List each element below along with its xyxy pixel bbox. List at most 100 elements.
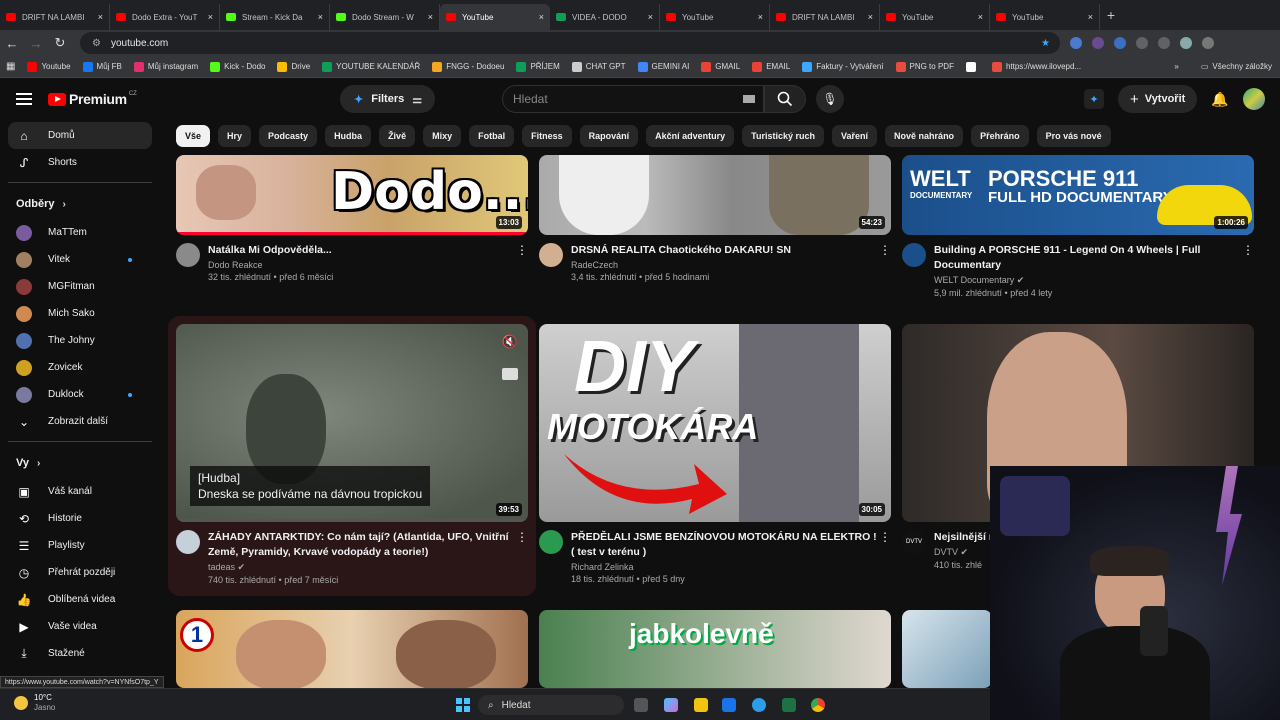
sidebar-item-you[interactable]: ▣ Váš kanál — [8, 478, 152, 505]
bookmark-item[interactable]: Kick - Dodo — [210, 61, 265, 72]
filter-chip[interactable]: Mixy — [423, 125, 462, 147]
video-title[interactable]: DRSNÁ REALITA Chaotického DAKARU! SN — [571, 243, 879, 258]
browser-tab[interactable]: YouTube × — [990, 4, 1100, 30]
video-title[interactable]: Natálka Mi Odpověděla... — [208, 243, 516, 258]
video-thumbnail[interactable]: jabkolevně — [539, 610, 891, 688]
subscriptions-header[interactable]: Odběry › — [0, 189, 160, 219]
notifications-bell-icon[interactable]: 🔔 — [1211, 91, 1228, 108]
hamburger-menu-icon[interactable] — [16, 93, 32, 105]
filter-chip[interactable]: Hry — [218, 125, 252, 147]
youtube-premium-logo[interactable]: Premium CZ — [48, 91, 137, 107]
video-card[interactable]: 54:23 DRSNÁ REALITA Chaotického DAKARU! … — [539, 155, 891, 282]
close-tab-icon[interactable]: × — [1088, 12, 1093, 22]
channel-name[interactable]: Dodo Reakce — [208, 260, 516, 270]
all-bookmarks-button[interactable]: ▭ Všechny záložky — [1201, 62, 1272, 71]
channel-name[interactable]: WELT Documentary — [934, 275, 1014, 285]
subscription-item[interactable]: The Johny — [8, 327, 152, 354]
browser-tab[interactable]: Dodo Extra - YouT × — [110, 4, 220, 30]
search-button[interactable] — [764, 85, 806, 113]
browser-tab[interactable]: VIDEA - DODO × — [550, 4, 660, 30]
channel-avatar[interactable] — [176, 530, 200, 554]
video-thumbnail[interactable]: DIY MOTOKÁRA 30:05 — [539, 324, 891, 522]
video-thumbnail[interactable]: WELT DOCUMENTARY PORSCHE 911 FULL HD DOC… — [902, 155, 1254, 235]
show-more-button[interactable]: ⌄ Zobrazit další — [8, 408, 152, 435]
video-card[interactable]: 1 — [176, 610, 528, 688]
close-tab-icon[interactable]: × — [318, 12, 323, 22]
video-card[interactable]: jabkolevně — [539, 610, 891, 688]
browser-tab[interactable]: DRIFT NA LAMBI × — [0, 4, 110, 30]
forward-icon[interactable]: → — [24, 36, 48, 51]
filter-chip[interactable]: Vaření — [832, 125, 878, 147]
task-view-icon[interactable] — [634, 698, 648, 712]
close-tab-icon[interactable]: × — [208, 12, 213, 22]
more-icon[interactable] — [1202, 37, 1214, 49]
bookmark-star-icon[interactable]: ★ — [1041, 38, 1050, 49]
more-actions-icon[interactable]: ⋮ — [879, 530, 891, 584]
video-card[interactable]: Dodo... 13:03 Natálka Mi Odpověděla... D… — [176, 155, 528, 282]
new-tab-button[interactable]: + — [1100, 7, 1122, 23]
filter-chip[interactable]: Vše — [176, 125, 211, 147]
bookmark-item[interactable]: Youtube — [27, 61, 71, 72]
edge-icon[interactable] — [752, 698, 766, 712]
video-title[interactable]: PŘEDĚLALI JSME BENZÍNOVOU MOTOKÁRU NA EL… — [571, 530, 879, 560]
filter-chip[interactable]: Akční adventury — [646, 125, 735, 147]
video-title[interactable]: Building A PORSCHE 911 - Legend On 4 Whe… — [934, 243, 1242, 273]
taskbar-search[interactable]: ⌕ Hledat — [478, 695, 624, 715]
browser-tab[interactable]: YouTube × — [440, 4, 550, 30]
bookmark-item[interactable]: PŘÍJEM — [516, 61, 560, 72]
menu-list-icon[interactable] — [1158, 37, 1170, 49]
subscription-item[interactable]: Zovicek — [8, 354, 152, 381]
video-thumbnail[interactable]: 1 — [176, 610, 528, 688]
filters-extension-icon[interactable]: ✦ — [1084, 89, 1104, 109]
extension-icon[interactable] — [1114, 37, 1126, 49]
browser-tab[interactable]: Stream - Kick Da × — [220, 4, 330, 30]
bookmark-item[interactable]: EMAIL — [752, 61, 790, 72]
bookmark-item[interactable]: Můj FB — [82, 61, 122, 72]
filter-chip[interactable]: Fotbal — [469, 125, 515, 147]
more-actions-icon[interactable]: ⋮ — [1242, 243, 1254, 298]
channel-avatar[interactable] — [176, 243, 200, 267]
bookmark-item[interactable]: CHAT GPT — [571, 61, 626, 72]
keyboard-icon[interactable] — [743, 95, 755, 103]
video-thumbnail[interactable] — [902, 610, 992, 688]
channel-name[interactable]: Richard Zelinka — [571, 562, 879, 572]
windows-start-icon[interactable] — [456, 698, 470, 712]
url-field[interactable]: ⚙ youtube.com ★ — [80, 32, 1060, 54]
video-card[interactable]: DIY MOTOKÁRA 30:05 PŘEDĚLALI JSME BENZÍN… — [539, 324, 891, 584]
browser-tab[interactable]: DRIFT NA LAMBI × — [770, 4, 880, 30]
filters-button[interactable]: ✦ Filters ⚌ — [340, 85, 435, 113]
close-tab-icon[interactable]: × — [868, 12, 873, 22]
channel-avatar[interactable]: DVTV — [902, 530, 926, 554]
sidebar-item-you[interactable]: ⤓ Stažené — [8, 640, 152, 667]
weather-widget[interactable]: 10°C Jasno — [14, 693, 55, 713]
filter-chip[interactable]: Přehráno — [971, 125, 1029, 147]
search-input[interactable]: Hledat — [502, 85, 764, 113]
close-tab-icon[interactable]: × — [428, 12, 433, 22]
sidebar-item-shorts[interactable]: ᔑ Shorts — [8, 149, 152, 176]
you-header[interactable]: Vy › — [0, 448, 160, 478]
channel-avatar[interactable] — [539, 243, 563, 267]
sidebar-item-you[interactable]: 👍 Oblíbená videa — [8, 586, 152, 613]
video-thumbnail[interactable]: 54:23 — [539, 155, 891, 235]
close-tab-icon[interactable]: × — [539, 12, 544, 22]
sidebar-item-you[interactable]: ☰ Playlisty — [8, 532, 152, 559]
site-info-icon[interactable]: ⚙ — [92, 38, 101, 49]
channel-avatar[interactable] — [902, 243, 926, 267]
filter-chip[interactable]: Rapování — [579, 125, 639, 147]
create-button[interactable]: + Vytvořit — [1118, 85, 1198, 113]
channel-name[interactable]: DVTV — [934, 547, 958, 557]
bookmark-item[interactable]: Drive — [277, 61, 310, 72]
extension-icon[interactable] — [1070, 37, 1082, 49]
browser-tab[interactable]: YouTube × — [660, 4, 770, 30]
chrome-icon[interactable] — [811, 698, 825, 712]
subscription-item[interactable]: Vitek — [8, 246, 152, 273]
close-tab-icon[interactable]: × — [758, 12, 763, 22]
browser-tab[interactable]: Dodo Stream - W × — [330, 4, 440, 30]
captions-icon[interactable] — [502, 368, 518, 380]
bookmark-item[interactable]: Můj instagram — [133, 61, 198, 72]
more-actions-icon[interactable]: ⋮ — [516, 243, 528, 282]
video-card[interactable]: WELT DOCUMENTARY PORSCHE 911 FULL HD DOC… — [902, 155, 1254, 298]
browser-tab[interactable]: YouTube × — [880, 4, 990, 30]
subscription-item[interactable]: MaTTem — [8, 219, 152, 246]
subscription-item[interactable]: MGFitman — [8, 273, 152, 300]
